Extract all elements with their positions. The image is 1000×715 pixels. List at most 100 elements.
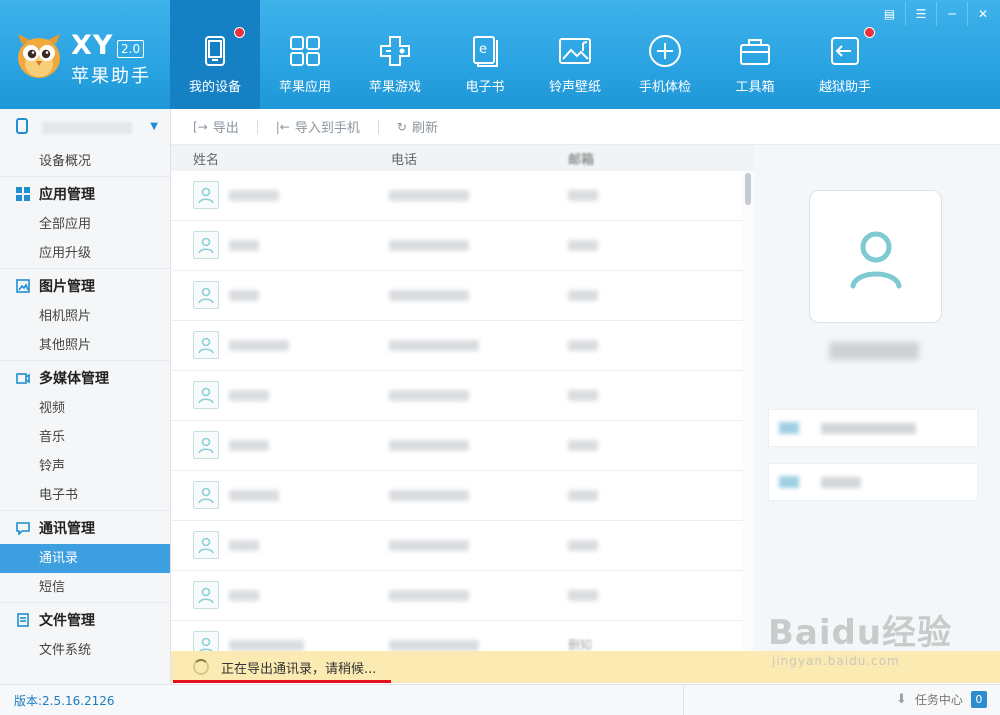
- contact-field-email[interactable]: [768, 463, 978, 501]
- redacted-name: [229, 540, 259, 551]
- contacts-scrollbar[interactable]: [743, 171, 754, 651]
- contact-avatar-icon: [193, 581, 219, 609]
- close-icon[interactable]: ✕: [967, 2, 998, 26]
- contacts-toolbar: [→ 导出 |← 导入到手机 ↻ 刷新: [171, 109, 1000, 145]
- task-center-button[interactable]: ⬇ 任务中心 0: [896, 691, 987, 708]
- jailbreak-icon: [825, 31, 865, 71]
- table-row[interactable]: [171, 271, 743, 321]
- export-label: 导出: [212, 121, 239, 136]
- table-row[interactable]: [171, 471, 743, 521]
- sidebar-item-sms[interactable]: 短信: [0, 573, 170, 602]
- contact-large-avatar-icon: [809, 190, 942, 323]
- export-status-text: 正在导出通讯录，请稍候...: [221, 661, 377, 677]
- nav-label: 铃声壁纸: [548, 80, 601, 95]
- redacted-name: [229, 640, 304, 651]
- sidebar-item-file-system[interactable]: 文件系统: [0, 636, 170, 665]
- sidebar-item-camera-photos[interactable]: 相机照片: [0, 302, 170, 331]
- redacted-name: [229, 190, 279, 201]
- sidebar-item-overview[interactable]: 设备概况: [0, 147, 170, 176]
- nav-my-device[interactable]: 我的设备: [170, 0, 260, 109]
- nav-toolbox[interactable]: 工具箱: [710, 0, 800, 109]
- svg-text:e: e: [479, 42, 487, 57]
- redacted-email: [568, 590, 598, 601]
- redacted-phone: [389, 190, 469, 201]
- table-row[interactable]: [171, 421, 743, 471]
- export-icon: [→: [193, 119, 208, 134]
- table-row[interactable]: [171, 371, 743, 421]
- device-icon: [195, 31, 235, 71]
- column-name[interactable]: 姓名: [193, 149, 219, 168]
- scrollbar-thumb[interactable]: [745, 173, 751, 205]
- column-phone[interactable]: 电话: [391, 149, 417, 168]
- download-arrow-icon: ⬇: [896, 692, 907, 707]
- status-bar: 版本:2.5.16.2126 ⬇ 任务中心 0: [0, 684, 1000, 715]
- refresh-button[interactable]: ↻ 刷新: [397, 117, 438, 137]
- contact-field-phone[interactable]: [768, 409, 978, 447]
- sidebar-group-media[interactable]: 多媒体管理: [0, 360, 170, 394]
- nav-ringtone-wallpaper[interactable]: 铃声壁纸: [530, 0, 620, 109]
- sidebar-group-images[interactable]: 图片管理: [0, 268, 170, 302]
- chevron-down-icon[interactable]: ▼: [150, 121, 158, 132]
- loading-spinner-icon: [193, 659, 209, 675]
- contact-avatar-icon: [193, 631, 219, 651]
- redacted-name: [229, 440, 269, 451]
- redacted-email: [568, 540, 598, 551]
- contact-avatar-icon: [193, 381, 219, 409]
- media-icon: [16, 371, 30, 385]
- owl-logo-icon: [14, 30, 64, 80]
- device-selector[interactable]: ▼: [0, 109, 170, 147]
- minimize-icon[interactable]: ─: [936, 2, 967, 26]
- group-title: 通讯管理: [39, 520, 95, 537]
- redacted-field-value: [821, 423, 916, 434]
- export-button[interactable]: [→ 导出: [193, 117, 239, 137]
- email-fragment: 删知: [568, 638, 593, 651]
- redacted-name: [229, 340, 289, 351]
- sidebar-group-communication[interactable]: 通讯管理: [0, 510, 170, 544]
- redacted-field-value: [821, 477, 861, 488]
- contact-avatar-icon: [193, 481, 219, 509]
- nav-ebook[interactable]: e 电子书: [440, 0, 530, 109]
- sidebar-item-contacts[interactable]: 通讯录: [0, 544, 170, 573]
- group-title: 多媒体管理: [39, 370, 109, 387]
- redacted-name: [229, 490, 279, 501]
- table-row[interactable]: [171, 221, 743, 271]
- redacted-email: [568, 440, 598, 451]
- table-row[interactable]: [171, 521, 743, 571]
- contact-avatar-icon: [193, 431, 219, 459]
- sidebar-item-all-apps[interactable]: 全部应用: [0, 210, 170, 239]
- sidebar-item-music[interactable]: 音乐: [0, 423, 170, 452]
- sidebar-item-ebook[interactable]: 电子书: [0, 481, 170, 510]
- redacted-name: [229, 590, 259, 601]
- nav-apple-games[interactable]: 苹果游戏: [350, 0, 440, 109]
- sidebar-item-video[interactable]: 视频: [0, 394, 170, 423]
- column-email[interactable]: 邮箱: [568, 149, 594, 168]
- nav-phone-checkup[interactable]: 手机体检: [620, 0, 710, 109]
- group-title: 文件管理: [39, 612, 95, 629]
- device-name-redacted: [42, 122, 132, 134]
- sidebar-item-app-updates[interactable]: 应用升级: [0, 239, 170, 268]
- file-icon: [16, 612, 30, 627]
- status-divider: [683, 685, 684, 715]
- skin-icon[interactable]: ☰: [905, 2, 936, 26]
- contact-avatar-icon: [193, 281, 219, 309]
- task-center-label: 任务中心: [914, 693, 963, 707]
- redacted-email: [568, 390, 598, 401]
- import-to-phone-button[interactable]: |← 导入到手机: [276, 117, 360, 137]
- sidebar-group-files[interactable]: 文件管理: [0, 602, 170, 636]
- nav-label: 工具箱: [735, 80, 775, 95]
- nav-label: 越狱助手: [818, 80, 871, 95]
- sidebar-item-other-photos[interactable]: 其他照片: [0, 331, 170, 360]
- redacted-email: [568, 340, 598, 351]
- top-bar: ▤ ☰ ─ ✕ XY 2.0 苹果助手 我的设备 苹果应用 苹果游戏 e 电子书…: [0, 0, 1000, 109]
- sidebar-item-ringtone[interactable]: 铃声: [0, 452, 170, 481]
- nav-apple-apps[interactable]: 苹果应用: [260, 0, 350, 109]
- nav-jailbreak-helper[interactable]: 越狱助手: [800, 0, 890, 109]
- table-row[interactable]: [171, 171, 743, 221]
- table-row[interactable]: 删知: [171, 621, 743, 651]
- refresh-label: 刷新: [411, 121, 438, 136]
- table-row[interactable]: [171, 571, 743, 621]
- checkup-icon: [645, 31, 685, 71]
- sidebar-group-apps[interactable]: 应用管理: [0, 176, 170, 210]
- email-field-icon: [779, 476, 799, 488]
- table-row[interactable]: [171, 321, 743, 371]
